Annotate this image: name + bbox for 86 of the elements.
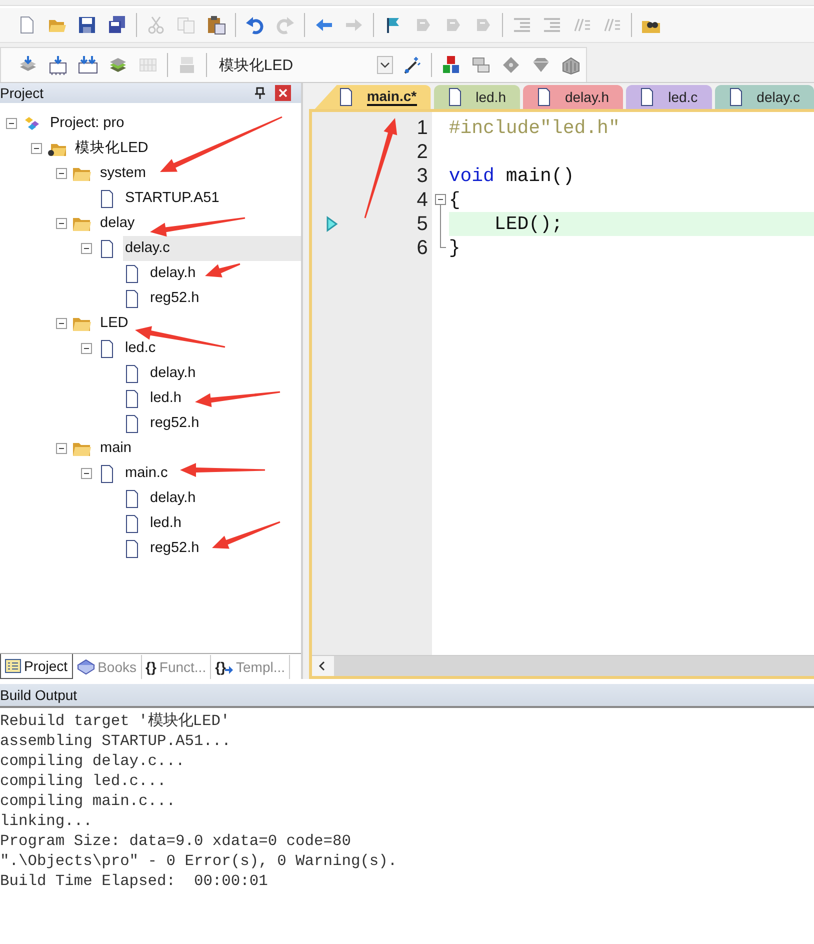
line-number: 3 bbox=[416, 164, 428, 188]
collapse-toggle-icon[interactable] bbox=[31, 143, 42, 154]
line-number: 4 bbox=[416, 188, 428, 212]
editor-tab[interactable]: led.c bbox=[626, 85, 712, 109]
pin-icon[interactable] bbox=[254, 87, 265, 99]
book-icon bbox=[76, 658, 95, 674]
collapse-toggle-icon[interactable] bbox=[81, 343, 92, 354]
annotation-arrow bbox=[205, 263, 240, 278]
output-line: compiling led.c... bbox=[0, 771, 168, 791]
collapse-toggle-icon[interactable] bbox=[6, 118, 17, 129]
horizontal-scrollbar[interactable] bbox=[312, 655, 814, 676]
editor-tab[interactable]: led.h bbox=[434, 85, 520, 109]
tree-item[interactable]: delay.h bbox=[148, 486, 301, 511]
tree-item[interactable]: reg52.h bbox=[148, 286, 301, 311]
layers-icon[interactable] bbox=[108, 55, 128, 75]
editor-tab[interactable]: main.c* bbox=[314, 85, 431, 109]
output-line: compiling delay.c... bbox=[0, 751, 186, 771]
line-number: 5 bbox=[416, 212, 428, 236]
tree-item[interactable]: main bbox=[98, 436, 301, 461]
close-icon[interactable] bbox=[274, 85, 291, 101]
tree-item[interactable]: led.h bbox=[148, 386, 301, 411]
annotation-arrow bbox=[212, 521, 280, 549]
tree-item[interactable]: main.c bbox=[123, 461, 301, 486]
tree-item[interactable]: led.h bbox=[148, 511, 301, 536]
tree-item[interactable]: delay.c bbox=[123, 236, 301, 261]
collapse-toggle-icon[interactable] bbox=[81, 243, 92, 254]
tree-item[interactable]: LED bbox=[98, 311, 301, 336]
panel-title: Build Output bbox=[0, 687, 78, 703]
output-line: Rebuild target '模块化LED' bbox=[0, 711, 231, 731]
list-icon bbox=[5, 659, 21, 673]
collapse-toggle-icon[interactable] bbox=[56, 443, 67, 454]
output-line: assembling STARTUP.A51... bbox=[0, 731, 232, 751]
tree-item[interactable]: STARTUP.A51 bbox=[123, 186, 301, 211]
code-editor[interactable]: 1 #include"led.h" 2 3 void main() 4 { 5 LED(); 6 } bbox=[308, 109, 814, 679]
file-icon bbox=[448, 88, 462, 106]
tree-item[interactable]: reg52.h bbox=[148, 536, 301, 561]
braces-icon: {} bbox=[215, 658, 226, 674]
collapse-toggle-icon[interactable] bbox=[56, 218, 67, 229]
tree-item[interactable]: Project: pro bbox=[48, 111, 301, 136]
code-line: } bbox=[448, 237, 460, 259]
line-number: 6 bbox=[416, 236, 428, 260]
output-line: ".\Objects\pro" - 0 Error(s), 0 Warning(s). bbox=[0, 851, 398, 871]
panel-tab[interactable]: {} Templ... bbox=[211, 654, 290, 678]
line-number: 2 bbox=[416, 140, 428, 164]
file-icon bbox=[640, 88, 654, 106]
wand-icon[interactable] bbox=[402, 55, 422, 75]
braces-icon: {} bbox=[146, 658, 156, 674]
panel-tab[interactable]: Books bbox=[72, 654, 142, 678]
chip-download-icon[interactable] bbox=[48, 55, 68, 75]
editor-tab[interactable]: delay.c bbox=[714, 85, 814, 109]
tree-item[interactable]: delay bbox=[98, 211, 301, 236]
line-number: 1 bbox=[416, 116, 428, 140]
panel-tab[interactable]: Project bbox=[0, 654, 73, 679]
editor-tab[interactable]: delay.h bbox=[522, 85, 624, 109]
output-line: compiling main.c... bbox=[0, 791, 176, 811]
tree-item[interactable]: reg52.h bbox=[148, 411, 301, 436]
undo-icon[interactable] bbox=[245, 15, 265, 35]
tree-item[interactable]: delay.h bbox=[148, 261, 301, 286]
file-icon bbox=[536, 88, 551, 106]
file-icon bbox=[728, 88, 743, 106]
code-line: { bbox=[448, 189, 460, 211]
collapse-toggle-icon[interactable] bbox=[81, 468, 92, 479]
tree-item[interactable]: system bbox=[98, 161, 301, 186]
collapse-toggle-icon[interactable] bbox=[56, 318, 67, 329]
boxes-icon[interactable] bbox=[560, 55, 581, 75]
panel-tab[interactable]: {} Funct... bbox=[142, 654, 212, 678]
code-line: #include"led.h" bbox=[448, 117, 620, 139]
output-line: Build Time Elapsed: 00:00:01 bbox=[0, 871, 269, 891]
chips-icon[interactable] bbox=[78, 55, 98, 75]
code-line: LED(); bbox=[493, 213, 563, 235]
arrow-icon bbox=[225, 666, 233, 674]
diamond-icon[interactable] bbox=[500, 55, 521, 75]
panel-title: Project bbox=[0, 85, 45, 101]
tree-item[interactable]: led.c bbox=[123, 336, 301, 361]
save-icon[interactable] bbox=[77, 15, 97, 35]
tree-item[interactable]: 模块化LED bbox=[73, 136, 301, 161]
code-line: void main() bbox=[448, 165, 574, 187]
save-all-icon[interactable] bbox=[107, 15, 127, 35]
tree-item[interactable]: delay.h bbox=[148, 361, 301, 386]
output-line: linking... bbox=[0, 811, 94, 831]
output-line: Program Size: data=9.0 xdata=0 code=80 bbox=[0, 831, 352, 851]
paste-icon[interactable] bbox=[206, 15, 226, 35]
windows-icon[interactable] bbox=[470, 55, 491, 75]
colored-blocks-icon[interactable] bbox=[440, 55, 461, 75]
file-icon bbox=[338, 88, 353, 106]
collapse-toggle-icon[interactable] bbox=[56, 168, 67, 179]
